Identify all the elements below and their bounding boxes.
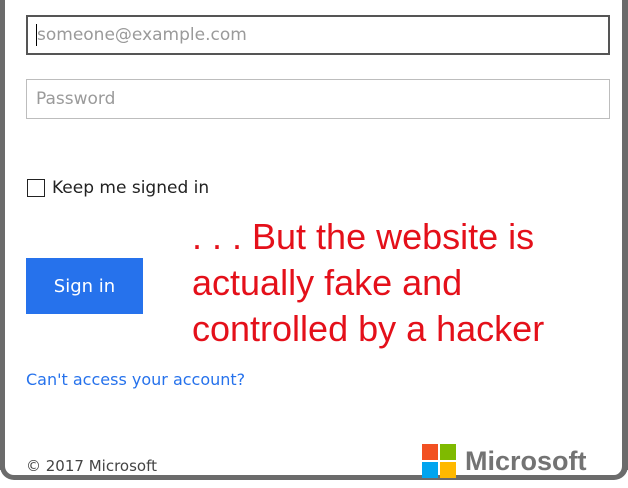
annotation-line: controlled by a hacker [192,308,545,349]
window-border-left [0,0,5,470]
keep-signed-in-row[interactable]: Keep me signed in [27,176,209,200]
phishing-warning-annotation: . . . But the website is actually fake a… [192,214,616,352]
microsoft-wordmark: Microsoft [465,445,587,476]
sign-in-window: Keep me signed in Sign in . . . But the … [0,0,628,488]
sign-in-button[interactable]: Sign in [26,258,143,314]
microsoft-four-squares-icon [422,444,456,478]
keep-signed-in-checkbox[interactable] [27,179,45,197]
copyright-text: © 2017 Microsoft [26,457,157,475]
cant-access-account-link[interactable]: Can't access your account? [26,370,245,389]
keep-signed-in-label[interactable]: Keep me signed in [52,178,209,198]
microsoft-logo: Microsoft [422,443,587,479]
email-field[interactable] [26,15,610,55]
window-border-right [622,0,628,470]
annotation-line: . . . But the website is [192,216,535,257]
annotation-line: actually fake and [192,262,463,303]
password-field[interactable] [26,79,610,119]
text-caret [36,24,37,46]
